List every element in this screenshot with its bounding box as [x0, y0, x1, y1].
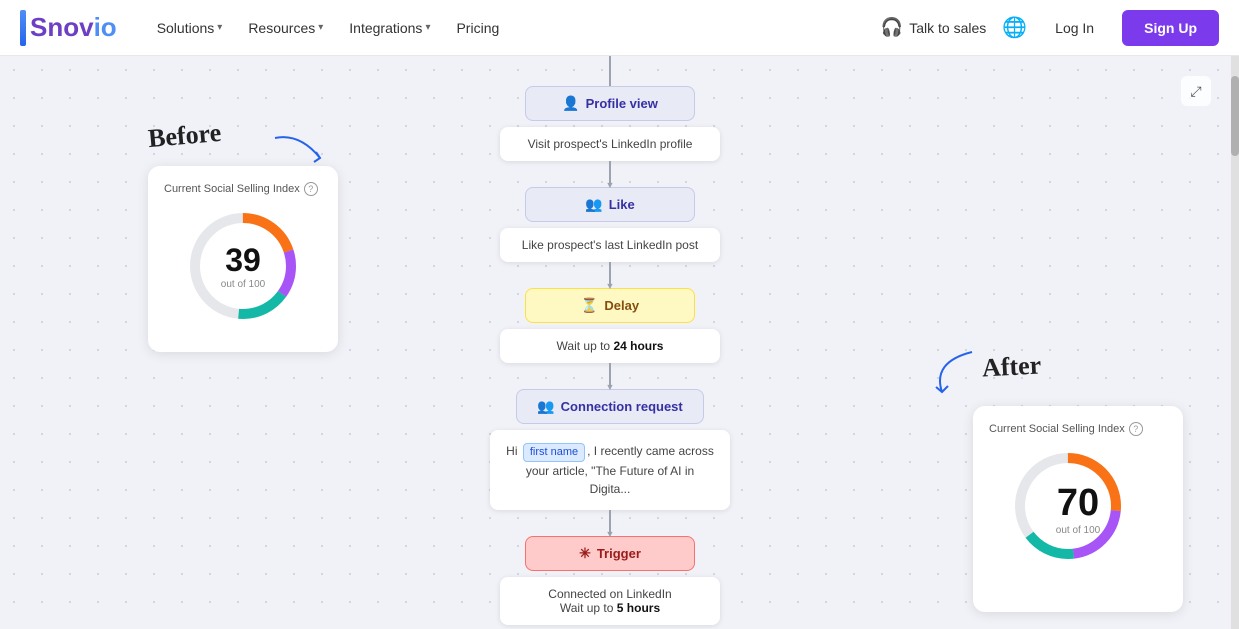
logo-bar [20, 10, 26, 46]
after-label-area: After [982, 352, 1041, 382]
logo-io: io [94, 12, 117, 42]
first-name-badge: first name [523, 443, 585, 462]
ssi-score-before: 39 out of 100 [221, 242, 265, 290]
arrow-down-1: ▼ [606, 180, 615, 190]
nav-right: 🎧 Talk to sales 🌐 Log In Sign Up [881, 10, 1219, 46]
globe-icon[interactable]: 🌐 [1002, 15, 1027, 40]
chevron-down-icon: ▾ [318, 22, 323, 33]
signup-button[interactable]: Sign Up [1122, 10, 1219, 46]
trigger-desc: Connected on LinkedIn Wait up to 5 hours [500, 577, 720, 625]
after-label: After [981, 350, 1042, 383]
nav-solutions[interactable]: Solutions ▾ [147, 14, 233, 42]
ssi-score-after: 70 out of 100 [1056, 482, 1100, 536]
delay-desc: Wait up to 24 hours [500, 329, 720, 363]
logo-text: Snovio [30, 12, 117, 43]
flow-diagram: 👤 Profile view Visit prospect's LinkedIn… [490, 56, 730, 629]
connection-icon: 👥 [537, 398, 554, 415]
logo[interactable]: Snovio [20, 10, 117, 46]
ssi-card-after: Current Social Selling Index ? 70 out of… [973, 406, 1183, 612]
chevron-down-icon: ▾ [425, 22, 430, 33]
navbar: Snovio Solutions ▾ Resources ▾ Integrati… [0, 0, 1239, 56]
delay-icon: ⏳ [581, 297, 598, 314]
profile-view-icon: 👤 [562, 95, 579, 112]
profile-view-node[interactable]: 👤 Profile view [525, 86, 695, 121]
trigger-node[interactable]: ✳ Trigger [525, 536, 695, 571]
ssi-title-after: Current Social Selling Index ? [989, 422, 1167, 436]
before-label: Before [147, 118, 222, 154]
nav-resources[interactable]: Resources ▾ [238, 14, 333, 42]
profile-view-desc: Visit prospect's LinkedIn profile [500, 127, 720, 161]
nav-links: Solutions ▾ Resources ▾ Integrations ▾ P… [147, 14, 851, 42]
ssi-gauge-after: 70 out of 100 [1008, 446, 1148, 586]
scrollbar-thumb[interactable] [1231, 76, 1239, 156]
arrow-down-4: ▼ [606, 529, 615, 539]
like-node[interactable]: 👥 Like [525, 187, 695, 222]
connector-1: ▼ [609, 161, 611, 183]
nav-integrations[interactable]: Integrations ▾ [339, 14, 440, 42]
delay-node[interactable]: ⏳ Delay [525, 288, 695, 323]
trigger-icon: ✳ [579, 545, 591, 562]
talk-to-sales[interactable]: 🎧 Talk to sales [881, 17, 986, 38]
ssi-gauge-before: 39 out of 100 [183, 206, 303, 326]
headphone-icon: 🎧 [881, 17, 903, 38]
like-icon: 👥 [585, 196, 602, 213]
ssi-card-before: Current Social Selling Index ? 39 out of… [148, 166, 338, 352]
connector-3: ▼ [609, 363, 611, 385]
logo-snov: Snov [30, 12, 94, 42]
connection-request-desc: Hi first name, I recently came across yo… [490, 430, 730, 510]
ssi-title-before: Current Social Selling Index ? [164, 182, 322, 196]
login-link[interactable]: Log In [1043, 14, 1106, 42]
nav-pricing[interactable]: Pricing [446, 14, 509, 42]
like-desc: Like prospect's last LinkedIn post [500, 228, 720, 262]
connector-4: ▼ [609, 510, 611, 532]
connector-top [609, 56, 611, 86]
arrow-down-3: ▼ [606, 382, 615, 392]
arrow-down-2: ▼ [606, 281, 615, 291]
ssi-help-icon-before[interactable]: ? [304, 182, 318, 196]
ssi-help-icon-after[interactable]: ? [1129, 422, 1143, 436]
scrollbar[interactable] [1231, 56, 1239, 629]
connection-request-node[interactable]: 👥 Connection request [516, 389, 704, 424]
expand-icon[interactable]: ⤢ [1181, 76, 1211, 106]
chevron-down-icon: ▾ [217, 22, 222, 33]
canvas: Before Current Social Selling Index ? [0, 56, 1231, 629]
connector-2: ▼ [609, 262, 611, 284]
main-content: Before Current Social Selling Index ? [0, 56, 1239, 629]
